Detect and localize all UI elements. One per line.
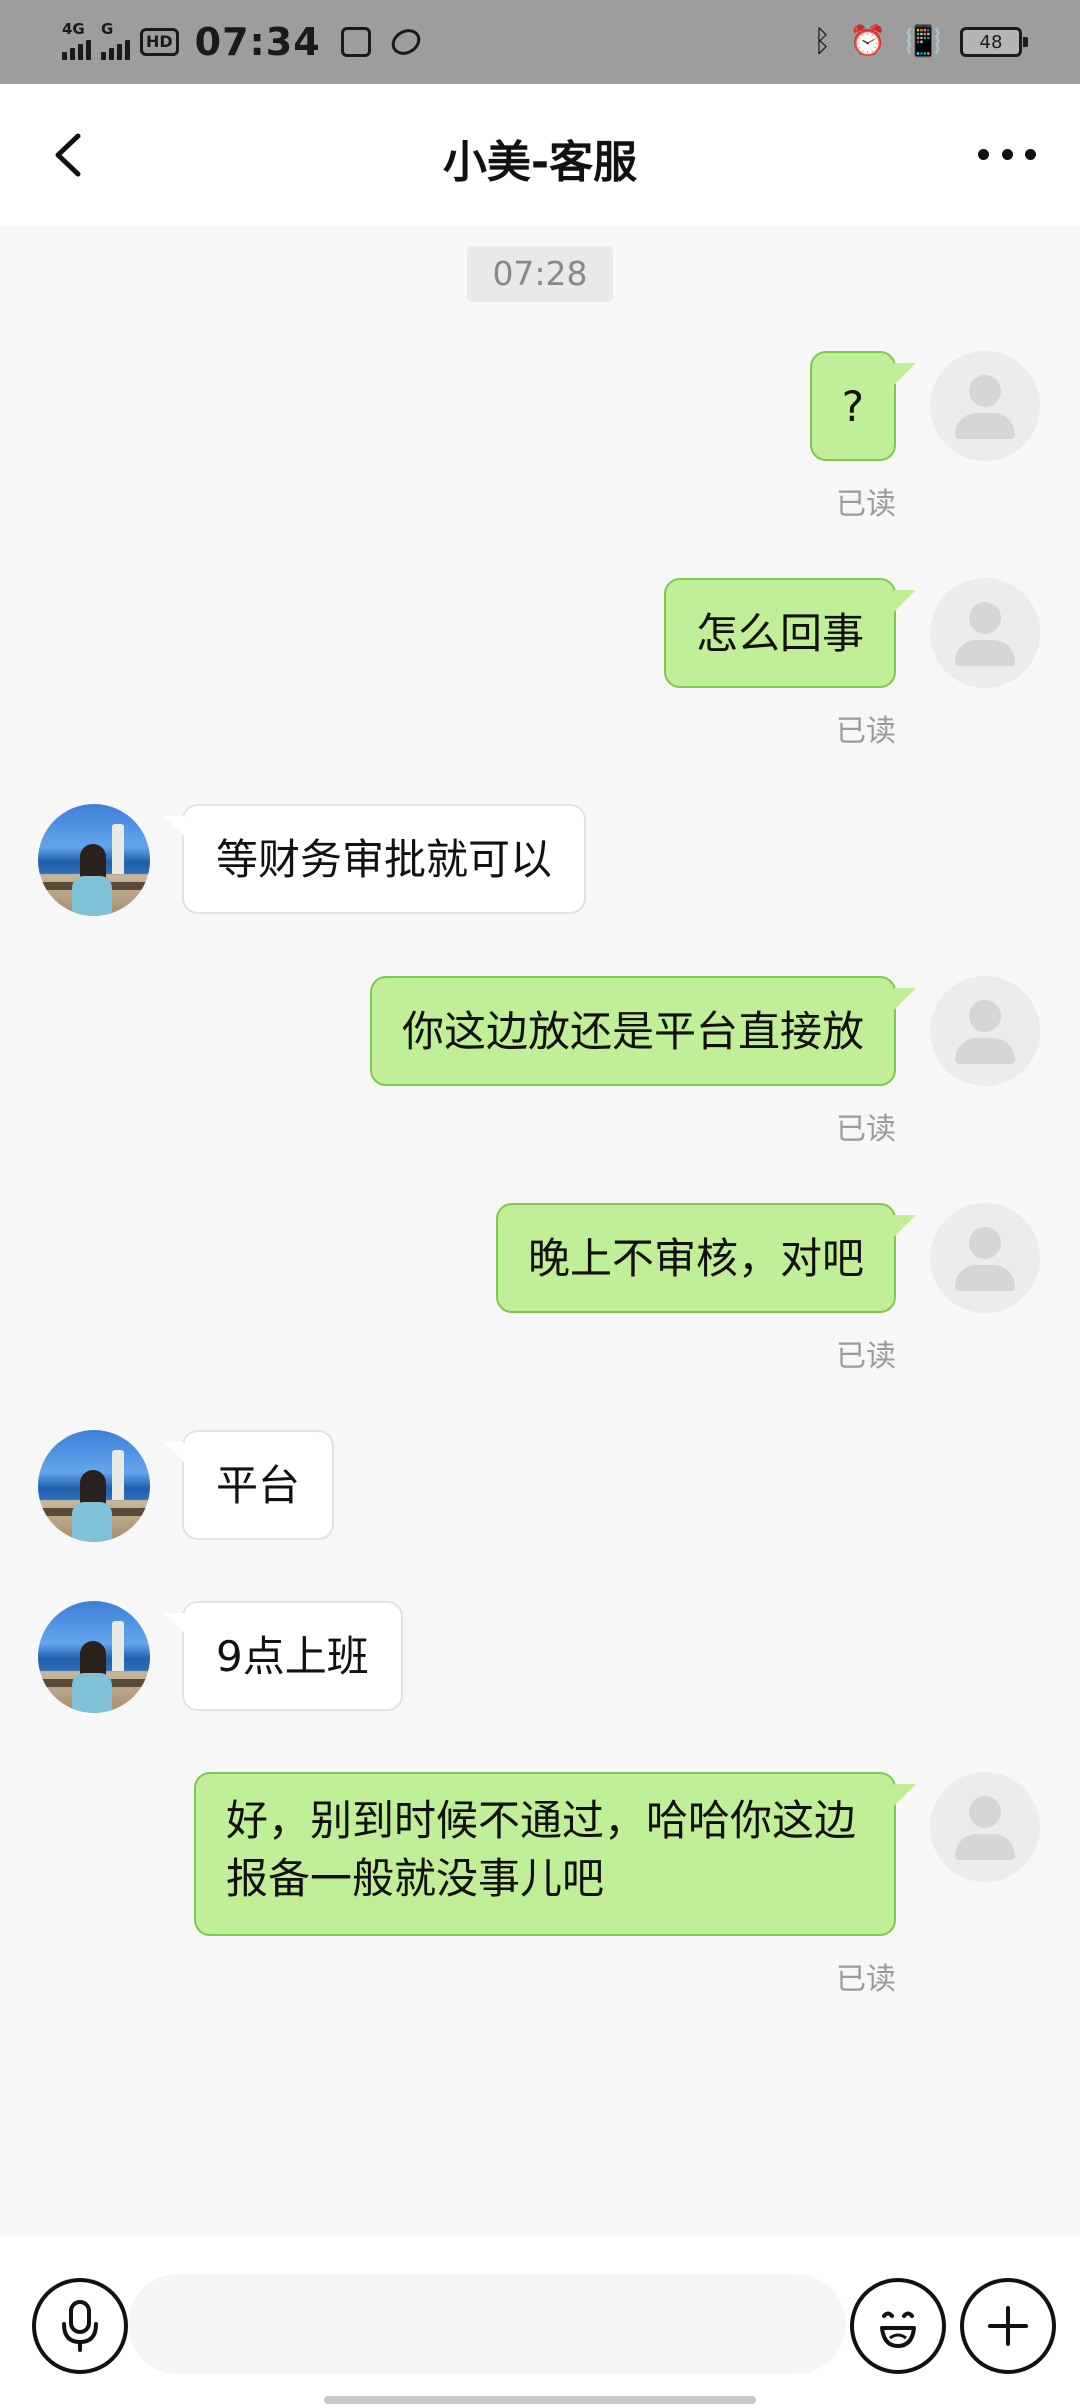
emoji-icon: [880, 2311, 916, 2348]
emoji-button[interactable]: [850, 2278, 946, 2374]
contact-avatar[interactable]: [38, 1430, 150, 1542]
contact-message-bubble[interactable]: 等财务审批就可以: [163, 804, 587, 914]
plus-icon: [988, 2306, 1028, 2346]
notification-app-icon-2: [386, 24, 425, 60]
chat-header: 小美-客服: [0, 84, 1080, 226]
signal-4g-icon: 4G: [62, 20, 91, 60]
read-receipt: 已读: [836, 1962, 896, 1997]
home-indicator[interactable]: [324, 2396, 756, 2404]
vibrate-icon: 📳: [904, 24, 942, 59]
status-left: 4G G HD 07:34: [62, 18, 425, 66]
contact-avatar[interactable]: [38, 804, 150, 916]
my-avatar[interactable]: [930, 1203, 1040, 1313]
network-type-g: G: [101, 20, 114, 38]
my-avatar[interactable]: [930, 1772, 1040, 1882]
signal-g-icon: G: [101, 20, 130, 60]
message-input[interactable]: [128, 2274, 846, 2374]
alarm-icon: ⏰: [849, 24, 887, 59]
read-receipt: 已读: [836, 487, 896, 522]
network-type-4g: 4G: [62, 20, 85, 38]
notification-app-icon: [340, 27, 371, 57]
read-receipt: 已读: [836, 1112, 896, 1147]
status-time: 07:34: [194, 20, 321, 64]
my-message-bubble[interactable]: ?: [809, 351, 917, 461]
my-avatar[interactable]: [930, 578, 1040, 688]
my-message-bubble[interactable]: 怎么回事: [663, 578, 917, 688]
read-receipt: 已读: [836, 714, 896, 749]
battery-icon: 48: [960, 27, 1028, 57]
my-message-bubble[interactable]: 晚上不审核，对吧: [495, 1203, 917, 1313]
my-avatar[interactable]: [930, 976, 1040, 1086]
message-timestamp: 07:28: [467, 246, 613, 302]
voice-input-button[interactable]: [32, 2278, 128, 2374]
bluetooth-icon: ᛒ: [813, 24, 832, 59]
status-bar: 4G G HD 07:34 ᛒ ⏰ 📳 48: [0, 0, 1080, 84]
my-message-bubble[interactable]: 你这边放还是平台直接放: [369, 976, 917, 1086]
contact-message-bubble[interactable]: 平台: [163, 1430, 335, 1540]
page-title: 小美-客服: [442, 137, 638, 188]
read-receipt: 已读: [836, 1339, 896, 1374]
battery-level: 48: [979, 31, 1003, 53]
more-actions-button[interactable]: [960, 2278, 1056, 2374]
hd-voice-badge: HD: [140, 28, 179, 56]
my-message-bubble[interactable]: 好，别到时候不通过，哈哈你这边报备一般就没事儿吧: [194, 1772, 916, 1936]
more-options-button[interactable]: [978, 136, 1036, 172]
more-dots-icon: [978, 148, 989, 160]
chat-input-bar: [0, 2236, 1080, 2408]
chat-message-list[interactable]: 07:28 ? 已读 怎么回事 已读 等财务审批就可以 你这边放还是平台直接放 …: [0, 226, 1080, 2236]
contact-message-bubble[interactable]: 9点上班: [164, 1601, 403, 1711]
contact-avatar[interactable]: [38, 1601, 150, 1713]
status-right: ᛒ ⏰ 📳 48: [813, 22, 1028, 62]
microphone-icon: [62, 2300, 98, 2352]
my-avatar[interactable]: [930, 351, 1040, 461]
